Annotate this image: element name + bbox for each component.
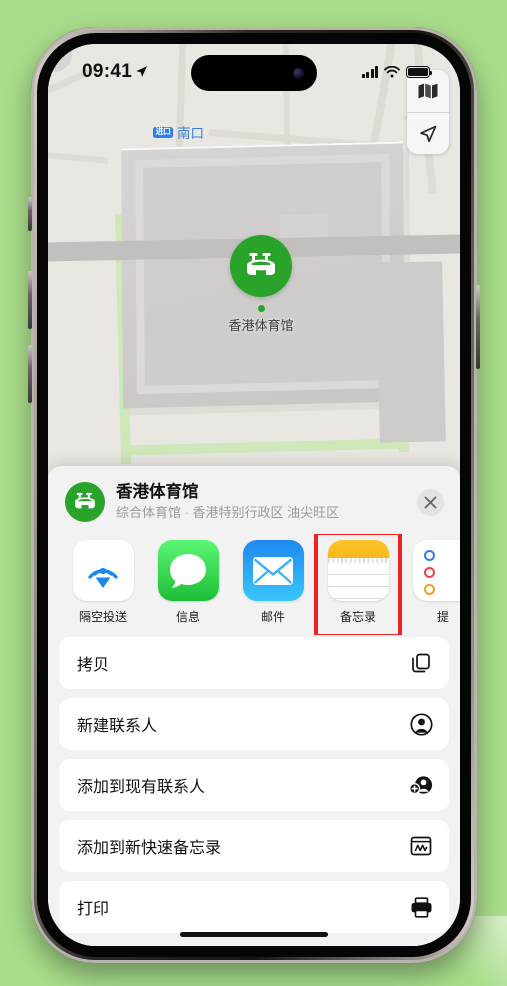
action-print[interactable]: 打印 <box>59 881 449 933</box>
share-app-reminders[interactable]: 提 <box>410 540 460 625</box>
locate-me-button[interactable] <box>407 112 449 154</box>
action-label: 添加到新快速备忘录 <box>77 840 222 857</box>
action-label: 新建联系人 <box>77 718 158 735</box>
person-circle-icon <box>409 712 433 736</box>
status-time: 09:41 <box>82 61 133 82</box>
action-add-existing-contact[interactable]: 添加到现有联系人 <box>59 759 449 811</box>
share-sheet-subtitle: 综合体育馆 · 香港特别行政区 油尖旺区 <box>116 505 340 521</box>
map-poi-label: 香港体育馆 <box>228 318 294 333</box>
volume-down-button[interactable] <box>28 345 32 403</box>
battery-icon <box>406 66 433 78</box>
share-app-label: 备忘录 <box>339 610 376 624</box>
action-copy[interactable]: 拷贝 <box>59 637 449 689</box>
map-pin[interactable] <box>230 235 292 297</box>
share-app-row[interactable]: 隔空投送 信息 邮件 备忘录 提 <box>48 534 460 635</box>
share-sheet: 香港体育馆 综合体育馆 · 香港特别行政区 油尖旺区 隔空投送 信息 邮件 备忘… <box>48 466 460 946</box>
action-add-quick-note[interactable]: 添加到新快速备忘录 <box>59 820 449 872</box>
map-road <box>48 150 109 164</box>
close-button[interactable] <box>417 488 444 516</box>
home-indicator[interactable] <box>180 932 328 937</box>
action-new-contact[interactable]: 新建联系人 <box>59 698 449 750</box>
phone-screen: 进口 南口 香港体育馆 09:41 香港体育馆 综合体育馆 · 香港特别行政区 … <box>48 44 460 946</box>
share-sheet-titles: 香港体育馆 综合体育馆 · 香港特别行政区 油尖旺区 <box>116 482 406 521</box>
share-app-label: 提 <box>436 610 449 624</box>
airdrop-icon <box>72 540 134 601</box>
stadium-icon <box>247 253 275 275</box>
mail-icon <box>242 540 304 601</box>
close-icon <box>424 496 437 508</box>
status-bar-left: 09:41 <box>82 61 148 83</box>
quick-note-icon <box>409 834 433 858</box>
share-action-list: 拷贝 新建联系人 添加到现有联系人 添加到新快速备忘录 打印 <box>48 635 460 933</box>
action-label: 添加到现有联系人 <box>77 779 206 796</box>
action-label: 拷贝 <box>77 657 110 674</box>
cellular-bars-icon <box>361 66 378 78</box>
copy-icon <box>409 651 433 675</box>
map-building-annex <box>376 261 446 443</box>
share-sheet-place-icon <box>65 482 105 522</box>
share-sheet-header: 香港体育馆 综合体育馆 · 香港特别行政区 油尖旺区 <box>48 466 460 534</box>
share-app-airdrop[interactable]: 隔空投送 <box>70 540 136 625</box>
person-add-icon <box>409 773 433 797</box>
notes-icon <box>327 540 389 601</box>
power-button[interactable] <box>476 285 480 369</box>
dynamic-island <box>191 55 317 91</box>
share-app-mail[interactable]: 邮件 <box>240 540 306 625</box>
map-poi-marker[interactable]: 香港体育馆 <box>206 235 316 334</box>
action-button[interactable] <box>28 197 32 231</box>
share-app-label: 信息 <box>175 610 200 624</box>
transit-badge: 进口 <box>153 126 173 138</box>
map-pin-anchor-dot <box>257 305 265 312</box>
printer-icon <box>409 895 433 919</box>
status-bar-right <box>361 66 433 78</box>
action-label: 打印 <box>77 901 110 918</box>
share-app-label: 邮件 <box>260 610 285 624</box>
transit-label-text: 南口 <box>177 126 204 141</box>
reminders-icon <box>412 540 460 601</box>
map-park-strip <box>121 438 407 456</box>
navigation-arrow-icon <box>420 125 437 142</box>
share-app-messages[interactable]: 信息 <box>155 540 221 625</box>
wifi-icon <box>384 66 400 78</box>
front-camera-icon <box>293 67 304 79</box>
share-app-label: 隔空投送 <box>78 610 127 624</box>
location-arrow-icon <box>136 65 148 77</box>
volume-up-button[interactable] <box>28 271 32 329</box>
share-sheet-title: 香港体育馆 <box>116 483 199 502</box>
share-app-notes[interactable]: 备忘录 <box>314 534 402 635</box>
messages-icon <box>157 540 219 601</box>
map-transit-entrance-label[interactable]: 进口 南口 <box>153 122 204 142</box>
stadium-icon <box>75 492 95 509</box>
iphone-device-frame: 进口 南口 香港体育馆 09:41 香港体育馆 综合体育馆 · 香港特别行政区 … <box>28 27 480 963</box>
